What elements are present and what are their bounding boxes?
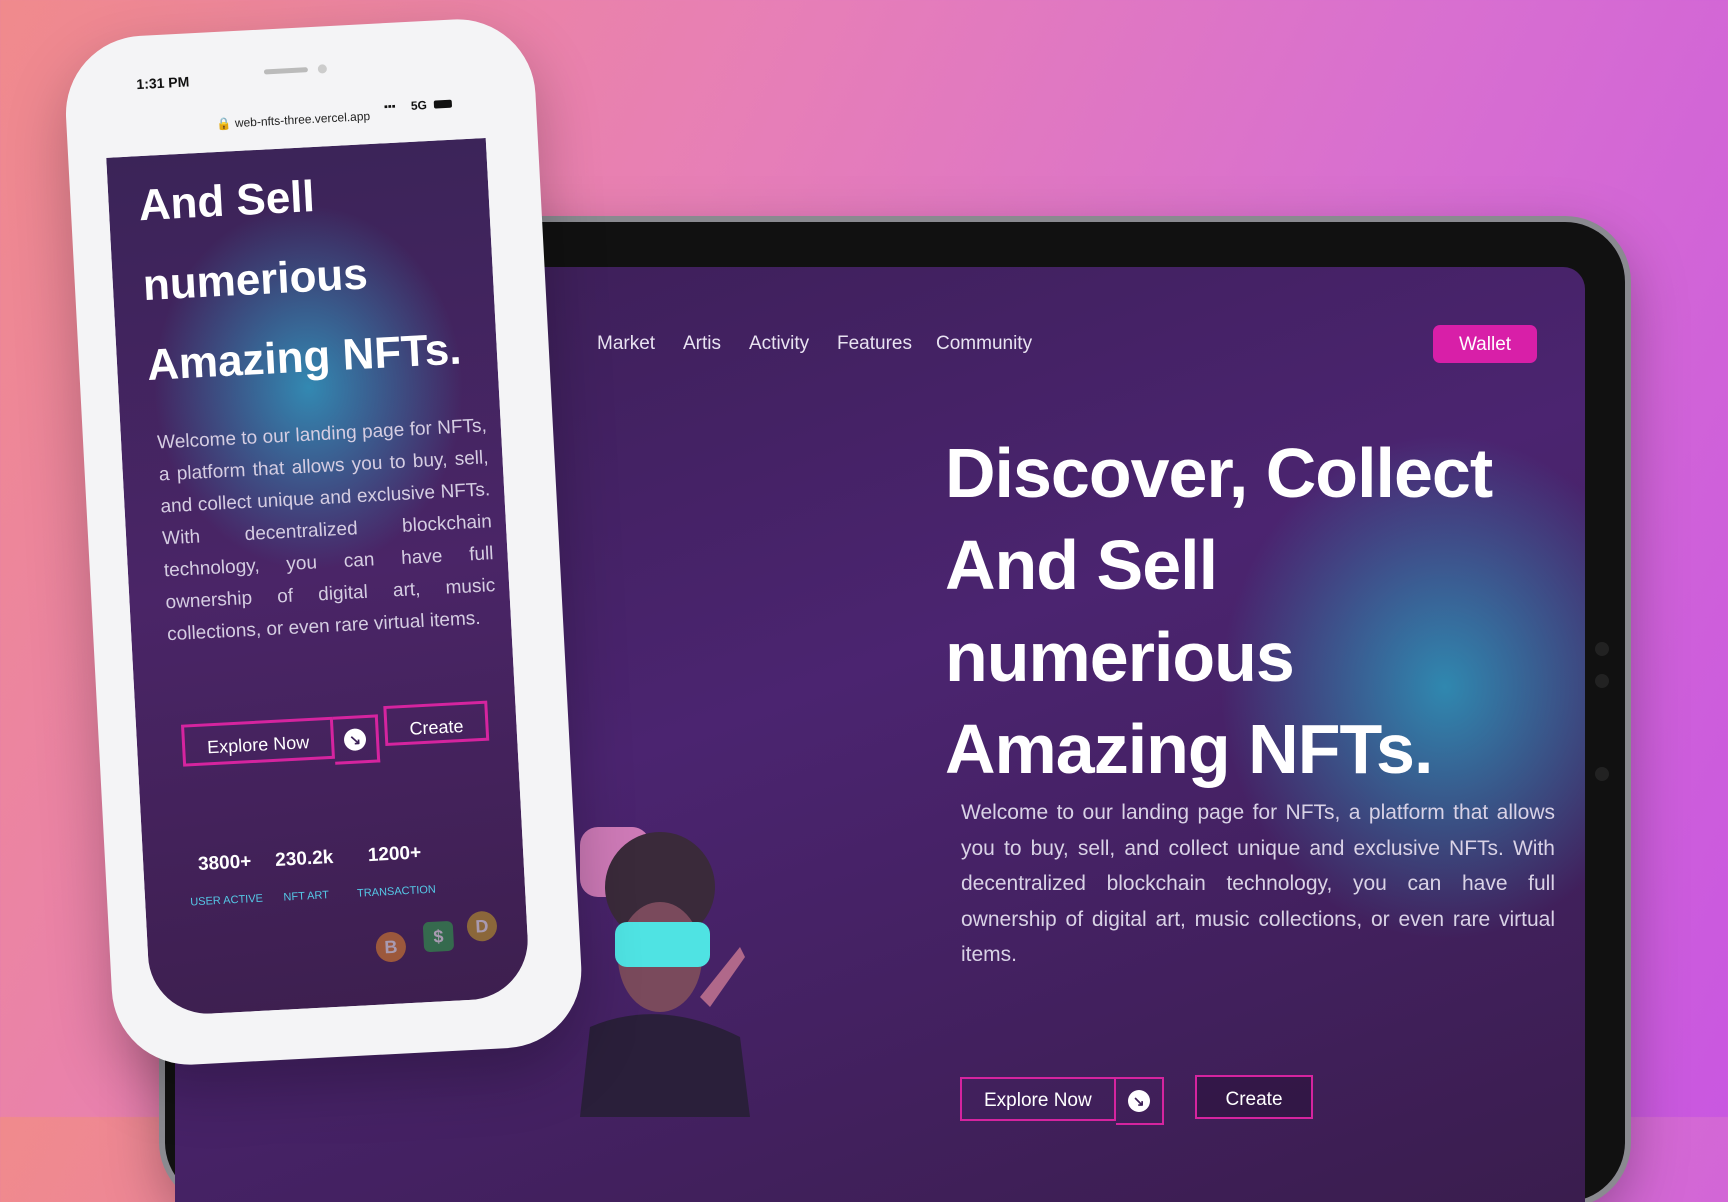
stat-value: 230.2k <box>274 846 334 871</box>
dogecoin-icon: D <box>466 910 498 943</box>
signal-icon: ▪▪▪ <box>383 100 396 114</box>
mobile-explore-now-button[interactable]: Explore Now <box>180 716 336 767</box>
speaker-grille <box>263 67 309 75</box>
nav-artis[interactable]: Artis <box>683 333 721 355</box>
stat-label: USER ACTIVE <box>189 892 264 909</box>
hero-description: Welcome to our landing page for NFTs, a … <box>961 801 1555 966</box>
camera-icon <box>1595 642 1609 656</box>
wallet-button[interactable]: Wallet <box>1433 325 1537 363</box>
dollar-icon: $ <box>422 920 455 953</box>
stat-value: 1200+ <box>367 842 422 867</box>
create-button[interactable]: Create <box>1195 1075 1313 1119</box>
explore-now-group: Explore Now ↘ <box>960 1077 1164 1125</box>
camera-icon <box>1595 674 1609 688</box>
nav-market[interactable]: Market <box>597 333 655 355</box>
stat-value: 3800+ <box>197 851 252 875</box>
nav-community[interactable]: Community <box>936 333 1032 355</box>
hero-title-line: And Sell <box>945 526 1218 604</box>
status-time: 1:31 PM <box>135 73 190 93</box>
camera-icon <box>1595 767 1609 781</box>
stat-label: NFT ART <box>283 889 330 904</box>
explore-arrow-button[interactable]: ↘ <box>1115 1077 1164 1125</box>
url-bar[interactable]: 🔒 web-nfts-three.vercel.app <box>216 109 370 131</box>
hero-title: Discover, Collect And Sell numerious Ama… <box>945 427 1585 795</box>
battery-icon <box>433 99 453 109</box>
arrow-down-right-icon: ↘ <box>343 728 367 752</box>
explore-now-button[interactable]: Explore Now <box>960 1077 1116 1121</box>
lock-icon: 🔒 <box>216 116 232 132</box>
url-text: web-nfts-three.vercel.app <box>234 108 371 131</box>
hero-title-line: numerious <box>945 618 1295 696</box>
mobile-title-line: Amazing NFTs. <box>145 324 463 390</box>
stat-nft-art: 230.2k NFT ART <box>275 847 336 904</box>
nav-activity[interactable]: Activity <box>749 333 809 355</box>
mobile-explore-arrow-button[interactable]: ↘ <box>332 714 381 765</box>
arrow-down-right-icon: ↘ <box>1127 1090 1150 1112</box>
bitcoin-icon: B <box>375 931 407 963</box>
hero-title-line: Discover, Collect <box>945 434 1493 512</box>
front-camera-icon <box>317 64 328 74</box>
mobile-hero-title: And Sell numerious Amazing NFTs. <box>137 148 489 405</box>
stat-transaction: 1200+ TRANSACTION <box>355 842 437 900</box>
network-label: 5G <box>410 98 428 113</box>
nav-features[interactable]: Features <box>837 333 912 355</box>
mobile-landing-page: And Sell numerious Amazing NFTs. Welcome… <box>106 137 531 1017</box>
stat-label: TRANSACTION <box>356 883 437 900</box>
phone-device: 1:31 PM 🔒 web-nfts-three.vercel.app ▪▪▪ … <box>62 15 586 1078</box>
mobile-explore-group: Explore Now ↘ <box>180 714 381 772</box>
hero-title-line: Amazing NFTs. <box>945 710 1433 788</box>
stat-user-active: 3800+ USER ACTIVE <box>188 851 264 909</box>
mobile-create-button[interactable]: Create <box>383 700 490 747</box>
mobile-hero-description: Welcome to our landing page for NFTs, a … <box>156 415 496 646</box>
phone-frame: 1:31 PM 🔒 web-nfts-three.vercel.app ▪▪▪ … <box>62 15 586 1069</box>
